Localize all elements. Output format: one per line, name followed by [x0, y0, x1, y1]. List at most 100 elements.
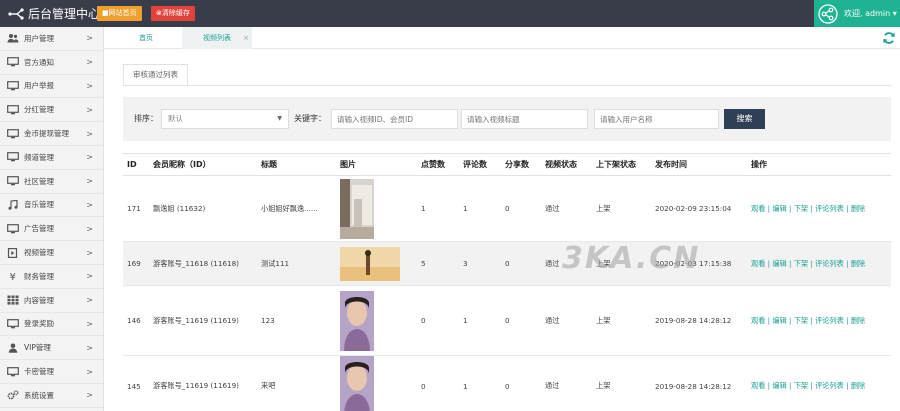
- table-row: 145 游客账号_11619 (11619) 来吧 0 1 0 通过 上架 2019-08-28…: [123, 355, 891, 411]
- cell-shelf: 上架: [592, 241, 651, 286]
- sidebar-item-label: 社区管理: [24, 176, 54, 186]
- chevron-right-icon: >: [86, 105, 93, 115]
- cell-image: [336, 355, 417, 411]
- sidebar-item-label: 频道管理: [24, 152, 54, 162]
- users-icon: [6, 33, 19, 43]
- sidebar-item[interactable]: 登录奖励 >: [0, 313, 103, 337]
- tab-video-list[interactable]: 视频列表 ×: [182, 27, 252, 49]
- chevron-right-icon: >: [86, 295, 93, 305]
- cell-actions[interactable]: 观看 | 编辑 | 下架 | 评论列表 | 删除: [747, 285, 891, 356]
- grid-icon: [6, 295, 19, 305]
- sidebar-item-label: 分红管理: [24, 105, 54, 115]
- cell-actions[interactable]: 观看 | 编辑 | 下架 | 评论列表 | 删除: [747, 241, 891, 286]
- chevron-right-icon: >: [86, 224, 93, 234]
- monitor-icon: [6, 176, 19, 186]
- monitor-icon: [6, 128, 19, 139]
- cell-member: 飘逸姐 (11632): [149, 175, 257, 242]
- clear-cache-button[interactable]: ⊗清除缓存: [151, 6, 195, 21]
- cell-status: 通过: [541, 175, 592, 242]
- user-icon: [6, 343, 19, 353]
- table-row: 171 飘逸姐 (11632) 小姐姐好飘逸...... 1 1 0 通过 上架 2020-02…: [123, 175, 891, 242]
- cell-title: 测试111: [257, 241, 336, 286]
- username-input[interactable]: [594, 109, 719, 129]
- sidebar-item[interactable]: 音乐管理 >: [0, 194, 103, 218]
- cell-id: 145: [123, 355, 149, 411]
- thumbnail-image: [340, 178, 374, 239]
- cell-image: [336, 285, 417, 356]
- monitor-icon: [6, 366, 19, 377]
- sidebar-item-label: 卡密管理: [24, 367, 54, 377]
- sidebar-item[interactable]: 内容管理 >: [0, 289, 103, 313]
- sidebar-item[interactable]: 分红管理 >: [0, 98, 103, 123]
- user-menu[interactable]: 欢迎, admin ▾: [814, 0, 900, 27]
- column-header: ID: [123, 153, 149, 176]
- search-button[interactable]: 搜索: [724, 109, 765, 129]
- subtab-divider: [123, 85, 891, 86]
- cell-shares: 0: [501, 285, 541, 356]
- keyword-label: 关键字：: [294, 114, 326, 123]
- column-header: 操作: [747, 153, 891, 176]
- sidebar-item[interactable]: 频道管理 >: [0, 146, 103, 170]
- cell-shelf: 上架: [592, 355, 651, 411]
- sidebar-item[interactable]: 官方通知 >: [0, 51, 103, 75]
- monitor-icon: [6, 81, 19, 91]
- refresh-icon[interactable]: [882, 31, 896, 45]
- cell-comments: 3: [459, 241, 501, 286]
- thumbnail-image: [340, 356, 374, 411]
- sidebar-item[interactable]: 视频管理 >: [0, 241, 103, 265]
- video-title-input[interactable]: [461, 109, 588, 129]
- cell-shares: 0: [501, 241, 541, 286]
- sidebar-item-label: 金币提现管理: [24, 129, 69, 139]
- chevron-right-icon: >: [86, 248, 93, 258]
- music-icon: [6, 199, 19, 210]
- sidebar-item[interactable]: 系统设置 >: [0, 384, 103, 408]
- column-header: 图片: [336, 153, 417, 176]
- video-id-input[interactable]: [331, 109, 458, 129]
- sidebar-item[interactable]: 用户举报 >: [0, 75, 103, 99]
- sidebar-item[interactable]: VIP管理 >: [0, 336, 103, 361]
- sidebar-item[interactable]: 用户管理 >: [0, 27, 103, 51]
- column-header: 评论数: [459, 153, 501, 176]
- tab-home[interactable]: 首页: [116, 27, 176, 49]
- tab-approved-list[interactable]: 审核通过列表: [123, 64, 188, 86]
- chevron-right-icon: >: [86, 390, 93, 400]
- column-header: 分享数: [501, 153, 541, 176]
- sidebar-item[interactable]: 卡密管理 >: [0, 360, 103, 384]
- close-tab-icon[interactable]: ×: [243, 27, 249, 49]
- sort-label: 排序：: [134, 114, 158, 123]
- sidebar-item-label: 视频管理: [24, 248, 54, 258]
- cell-actions[interactable]: 观看 | 编辑 | 下架 | 评论列表 | 删除: [747, 355, 891, 411]
- cell-time: 2020-02-09 23:15:04: [651, 175, 747, 242]
- cell-member: 游客账号_11618 (11618): [149, 241, 257, 286]
- chevron-right-icon: >: [86, 319, 93, 329]
- sidebar-item-label: 用户举报: [24, 81, 54, 91]
- monitor-icon: [6, 319, 19, 329]
- cell-actions[interactable]: 观看 | 编辑 | 下架 | 评论列表 | 删除: [747, 175, 891, 242]
- site-home-button[interactable]: ■网站首页: [97, 6, 142, 21]
- column-header: 上下架状态: [592, 153, 651, 176]
- tab-video-list-label: 视频列表: [203, 34, 231, 42]
- main-content: 审核通过列表 排序： 默认 ▼ 关键字： 搜索 ID会员昵称（ID）标题图片点赞…: [104, 49, 900, 411]
- gears-icon: [6, 390, 19, 400]
- chevron-right-icon: >: [86, 152, 93, 162]
- cell-title: 来吧: [257, 355, 336, 411]
- sidebar-item[interactable]: 金币提现管理 >: [0, 122, 103, 146]
- brand[interactable]: 后台管理中心: [8, 0, 100, 27]
- sidebar-item[interactable]: ¥ 财务管理 >: [0, 265, 103, 289]
- cell-time: 2019-08-28 14:28:12: [651, 285, 747, 356]
- monitor-icon: [6, 104, 19, 115]
- sidebar-item[interactable]: 广告管理 >: [0, 217, 103, 242]
- sidebar-item-label: 官方通知: [24, 57, 54, 67]
- sidebar-item-label: 用户管理: [24, 33, 54, 43]
- cell-shelf: 上架: [592, 285, 651, 356]
- table-header-row: ID 会员昵称（ID） 标题 图片 点赞数 评论数 分享数 视频状态 上下架状态 发布时间 操作: [123, 153, 891, 176]
- table-row: 146 游客账号_11619 (11619) 123 0 1 0 通过 上架 2019-08-2…: [123, 285, 891, 356]
- sidebar-item-label: VIP管理: [24, 343, 51, 353]
- column-header: 点赞数: [417, 153, 459, 176]
- chevron-right-icon: >: [86, 129, 93, 139]
- sort-select[interactable]: 默认 ▼: [161, 109, 289, 129]
- chevron-right-icon: >: [86, 176, 93, 186]
- sidebar-item[interactable]: 社区管理 >: [0, 170, 103, 194]
- cell-image: [336, 175, 417, 242]
- cell-status: 通过: [541, 355, 592, 411]
